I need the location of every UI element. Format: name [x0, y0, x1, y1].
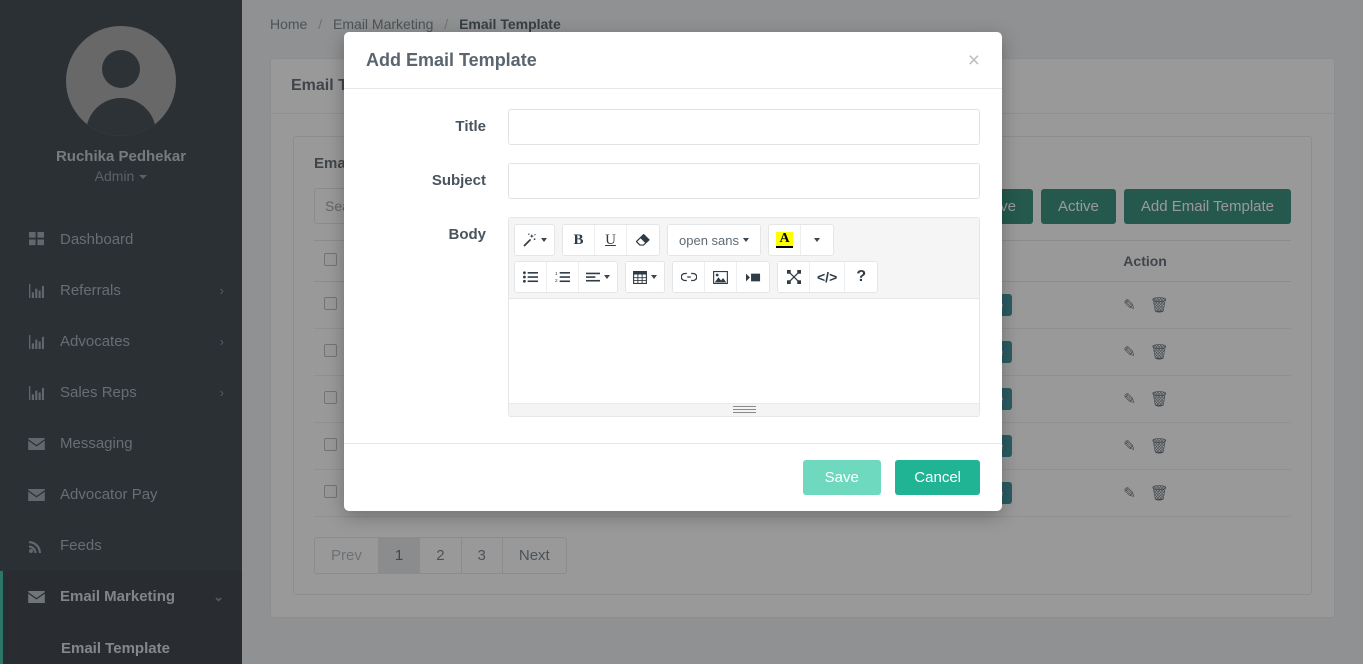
editor-resize-bar [509, 403, 979, 416]
subject-label: Subject [431, 172, 486, 189]
save-button[interactable]: Save [802, 460, 881, 495]
modal-header: Add Email Template × [344, 32, 1002, 89]
subject-form-row: Subject [366, 163, 980, 199]
subject-input[interactable] [508, 163, 980, 199]
list-group: 12 [514, 261, 618, 293]
ordered-list-icon[interactable]: 12 [547, 262, 579, 292]
modal-body: Title Subject Body B U open sans A 1 2 <… [344, 89, 1002, 443]
chevron-down-icon [541, 238, 547, 242]
editor-toolbar-row-2: 12 </> ? [514, 261, 974, 293]
underline-icon[interactable]: U [595, 225, 627, 255]
table-icon[interactable] [626, 262, 664, 292]
style-group [514, 224, 555, 256]
chevron-down-icon [651, 275, 657, 279]
body-form-row: Body B U open sans A 1 2 </> ? [366, 217, 980, 417]
modal-title: Add Email Template [366, 50, 537, 70]
color-group: A [768, 224, 834, 256]
color-dropdown-caret-icon[interactable] [801, 225, 833, 255]
table-group [625, 261, 665, 293]
modal-footer: Save Cancel [344, 443, 1002, 511]
paragraph-align-icon[interactable] [579, 262, 617, 292]
eraser-remove-format-icon[interactable] [627, 225, 659, 255]
chevron-down-icon [604, 275, 610, 279]
close-icon[interactable]: × [968, 50, 980, 71]
resize-handle-icon[interactable] [732, 405, 756, 415]
editor-toolbar: B U open sans A 1 2 </> ? [509, 218, 979, 299]
title-label: Title [455, 118, 486, 135]
fullscreen-icon[interactable] [778, 262, 810, 292]
video-icon[interactable] [737, 262, 769, 292]
link-icon[interactable] [673, 262, 705, 292]
font-family-group: open sans [667, 224, 761, 256]
editor-content-area[interactable] [509, 299, 979, 403]
magic-wand-style-icon[interactable] [515, 225, 554, 255]
unordered-list-icon[interactable] [515, 262, 547, 292]
svg-text:2: 2 [555, 278, 558, 283]
body-label: Body [448, 226, 487, 243]
help-icon[interactable]: ? [845, 262, 878, 292]
editor-toolbar-row-1: B U open sans A [514, 224, 974, 256]
add-email-template-modal: Add Email Template × Title Subject Body [344, 32, 1002, 511]
rich-text-editor: B U open sans A 1 2 </> ? [508, 217, 980, 417]
font-family-label: open sans [679, 232, 739, 248]
title-form-row: Title [366, 109, 980, 145]
format-group: B U [562, 224, 660, 256]
picture-icon[interactable] [705, 262, 737, 292]
insert-group [672, 261, 770, 293]
view-group: </> ? [777, 261, 879, 293]
chevron-down-icon [743, 238, 749, 242]
code-view-icon[interactable]: </> [810, 262, 846, 292]
chevron-down-icon [814, 238, 820, 242]
bold-icon[interactable]: B [563, 225, 595, 255]
text-highlight-color-icon[interactable]: A [769, 225, 801, 255]
title-input[interactable] [508, 109, 980, 145]
svg-text:1: 1 [555, 271, 558, 276]
font-family-dropdown[interactable]: open sans [668, 225, 760, 255]
cancel-button[interactable]: Cancel [895, 460, 980, 495]
